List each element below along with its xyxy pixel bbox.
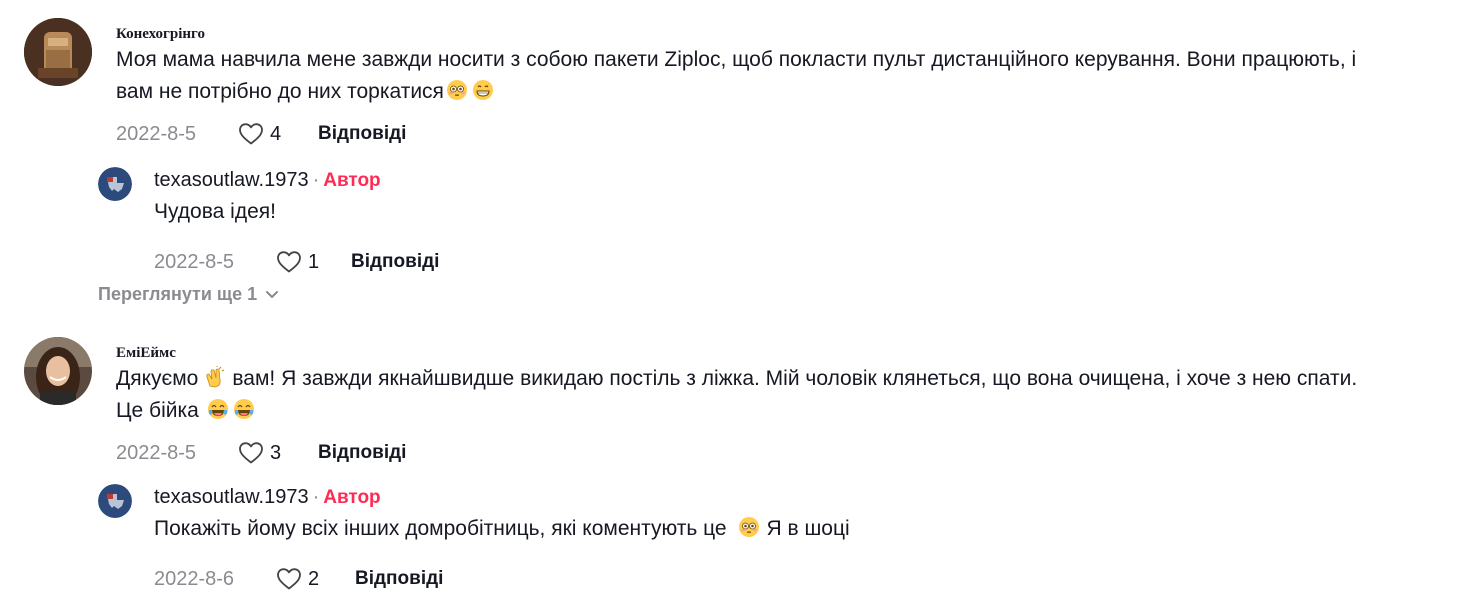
- comment-text: Моя мама навчила мене завжди носити з со…: [116, 48, 1357, 103]
- reply-button[interactable]: Відповіді: [318, 123, 406, 145]
- reply-date: 2022-8-6: [154, 567, 235, 590]
- reply-avatar[interactable]: [98, 484, 132, 518]
- grinning-face-icon: [472, 80, 493, 100]
- avatar[interactable]: [24, 18, 92, 86]
- comment-username[interactable]: Конехогрінго: [116, 18, 1461, 44]
- comments-panel: Конехогрінго Моя мама навчила мене завжд…: [0, 0, 1481, 600]
- comment-date: 2022-8-5: [116, 122, 197, 145]
- reply-text: Покажіть йому всіх інших домробітниць, я…: [154, 517, 850, 540]
- comment-meta: 2022-8-5 3 Відповіді: [116, 439, 1461, 467]
- like-button[interactable]: 2: [276, 567, 355, 591]
- reply-username[interactable]: texasoutlaw.1973: [154, 486, 309, 508]
- reply-text: Чудова ідея!: [154, 200, 276, 223]
- flushed-face-icon: [739, 517, 760, 537]
- heart-outline-icon: [277, 251, 301, 273]
- reply-header: texasoutlaw.1973 · Автор: [154, 165, 1384, 196]
- comment-meta: 2022-8-5 4 Відповіді: [116, 120, 1461, 148]
- reply-avatar[interactable]: [98, 167, 132, 201]
- flushed-face-icon: [446, 80, 467, 100]
- heart-outline-icon: [277, 568, 301, 590]
- comment-date: 2022-8-5: [116, 441, 197, 464]
- comment-text: Дякуємо вам! Я завжди якнайшвидше викидаю…: [116, 366, 1358, 422]
- separator-dot: ·: [312, 486, 320, 508]
- reply-meta: 2022-8-5 1 Відповіді: [154, 248, 1384, 276]
- reply-header: texasoutlaw.1973 · Автор: [154, 482, 1384, 513]
- tears-of-joy-icon: [233, 399, 254, 419]
- reply-button[interactable]: Відповіді: [318, 442, 406, 464]
- view-more-replies-button[interactable]: Переглянути ще 1: [98, 284, 279, 305]
- reply-button[interactable]: Відповіді: [355, 568, 443, 590]
- heart-outline-icon: [239, 123, 263, 145]
- like-button[interactable]: 3: [238, 441, 318, 465]
- like-button[interactable]: 1: [276, 250, 351, 274]
- author-badge: Автор: [323, 487, 381, 508]
- reply-meta: 2022-8-6 2 Відповіді: [154, 565, 1384, 593]
- like-count: 4: [270, 122, 282, 145]
- view-more-label: Переглянути ще 1: [98, 284, 258, 304]
- chevron-down-icon: [266, 290, 279, 298]
- reply-button[interactable]: Відповіді: [351, 251, 439, 273]
- separator-dot: ·: [312, 169, 320, 191]
- like-count: 2: [308, 567, 320, 590]
- tears-of-joy-icon: [207, 399, 228, 419]
- like-count: 1: [308, 250, 320, 273]
- like-button[interactable]: 4: [238, 122, 318, 146]
- reply-username[interactable]: texasoutlaw.1973: [154, 169, 309, 191]
- author-badge: Автор: [323, 170, 381, 191]
- avatar[interactable]: [24, 337, 92, 405]
- like-count: 3: [270, 441, 282, 464]
- reply-date: 2022-8-5: [154, 250, 235, 273]
- comment-username[interactable]: ЕміЕймс: [116, 337, 1461, 363]
- clapping-hands-icon: [206, 366, 225, 388]
- heart-outline-icon: [239, 442, 263, 464]
